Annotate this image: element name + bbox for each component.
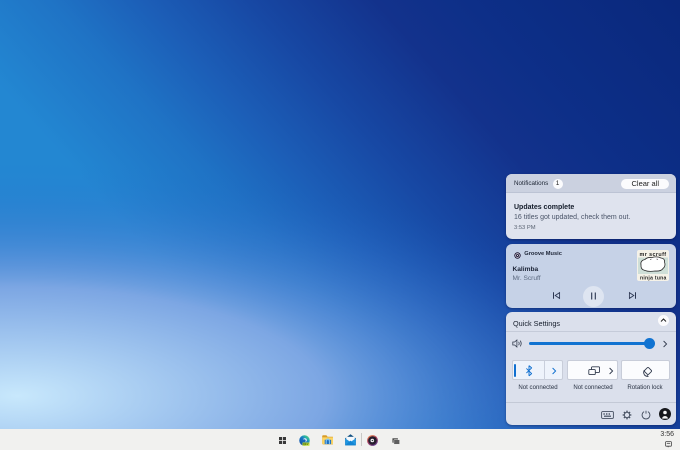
- svg-text:mr scruff: mr scruff: [639, 251, 666, 257]
- svg-text:ninja tuna: ninja tuna: [640, 275, 667, 280]
- svg-text:DEV: DEV: [303, 442, 309, 446]
